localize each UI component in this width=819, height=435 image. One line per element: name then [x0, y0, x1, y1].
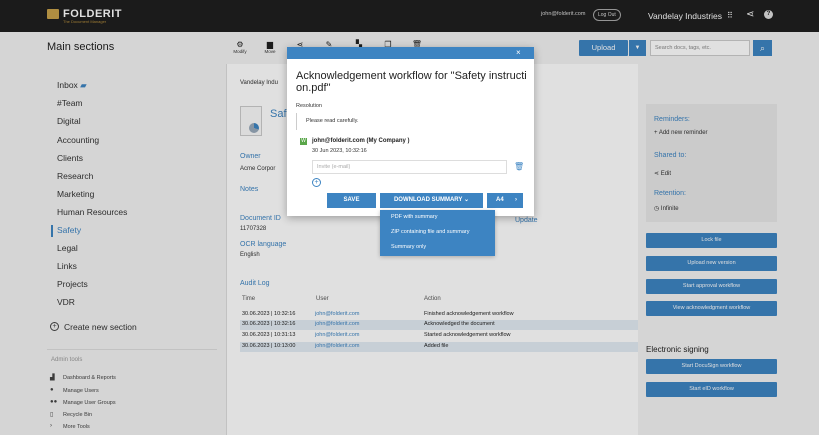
- resolution-label: Resolution: [296, 103, 322, 109]
- dropdown-item-pdf[interactable]: PDF with summary: [391, 214, 437, 220]
- dropdown-item-summary[interactable]: Summary only: [391, 244, 426, 250]
- add-circle-icon[interactable]: +: [312, 178, 321, 187]
- dropdown-item-zip[interactable]: ZIP containing file and summary: [391, 229, 469, 235]
- close-icon[interactable]: ×: [516, 48, 521, 57]
- ack-user: john@folderit.com (My Company ): [312, 138, 410, 144]
- resolution-text: Please read carefully.: [296, 113, 526, 130]
- invite-email-input[interactable]: Invite (e-mail): [312, 160, 507, 174]
- paper-size-button[interactable]: A4 ›: [487, 193, 523, 208]
- chevron-right-icon: ›: [515, 197, 517, 203]
- save-button[interactable]: SAVE: [327, 193, 376, 208]
- chevron-down-icon: ⌄: [463, 197, 470, 203]
- modal-header: [287, 47, 534, 59]
- ack-date: 30 Jun 2023, 10:32:16: [312, 148, 367, 154]
- download-summary-button[interactable]: DOWNLOAD SUMMARY ⌄: [380, 193, 483, 208]
- user-status-icon: W: [300, 138, 307, 145]
- trash-icon[interactable]: 🗑: [514, 162, 524, 171]
- modal-title: Acknowledgement workflow for "Safety ins…: [296, 70, 527, 94]
